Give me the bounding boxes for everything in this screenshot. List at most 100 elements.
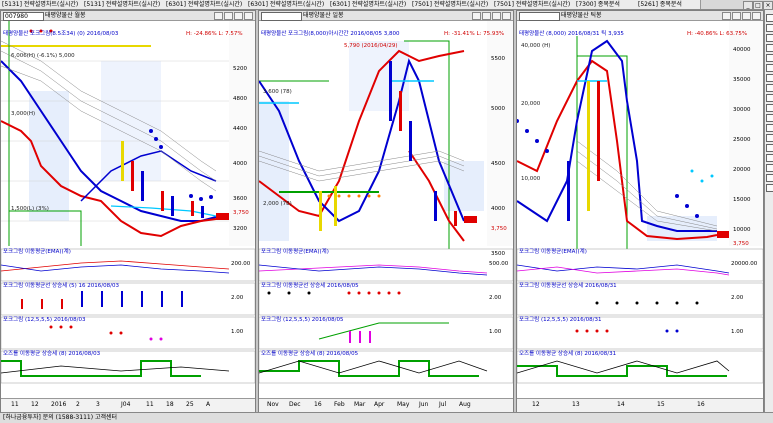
tab-1[interactable]: [5131] 전략설명차트(실시간) [82, 0, 167, 9]
x-tick: 12 [532, 401, 540, 408]
panel-header: 007980 태평양물산 월봉 [1, 11, 255, 21]
tab-8[interactable]: [5261] 종목분석 [636, 0, 701, 9]
toolbar-button[interactable] [244, 12, 253, 20]
tool-icon[interactable] [766, 154, 773, 162]
x-tick: 15 [657, 401, 665, 408]
toolbar-button[interactable] [234, 12, 243, 20]
price-chart[interactable] [259, 21, 513, 399]
tool-icon[interactable] [766, 174, 773, 182]
sub-axis-label: 2.00 [731, 295, 744, 301]
tool-icon[interactable] [766, 114, 773, 122]
tool-icon[interactable] [766, 34, 773, 42]
stock-code-input[interactable] [519, 12, 560, 21]
ma-label: 20,000 [521, 101, 541, 107]
stock-name: 태평양물산 월봉 [45, 12, 86, 19]
tab-5[interactable]: [7501] 전략설명차트(실시간) [410, 0, 495, 9]
minimize-button[interactable]: _ [743, 1, 753, 10]
sub-label: 포크그림 (12,5,5,5) 2016/08/05 [261, 317, 344, 323]
maximize-button[interactable]: □ [753, 1, 763, 10]
sub-axis-label: 500.00 [489, 261, 509, 267]
toolbar-button[interactable] [472, 12, 481, 20]
price-chart[interactable] [517, 21, 763, 399]
toolbar-button[interactable] [492, 12, 501, 20]
sub-axis-label: 1.00 [231, 329, 244, 335]
x-tick: Mar [354, 401, 366, 408]
price-axis-label: 4400 [233, 126, 247, 132]
x-tick: 2016 [51, 401, 67, 408]
sub-axis-label: 20000.00 [731, 261, 758, 267]
x-tick: Apr [374, 401, 385, 408]
sub-axis-label: 2.00 [489, 295, 502, 301]
tool-icon[interactable] [766, 144, 773, 152]
chart-title: 태평양물산 포크그림(8.5조34) (0) 2016/08/03 [3, 31, 119, 37]
tool-icon[interactable] [766, 44, 773, 52]
price-axis-label: 40000 [733, 47, 751, 53]
tool-icon[interactable] [766, 134, 773, 142]
x-tick: 14 [617, 401, 625, 408]
x-tick: May [397, 401, 410, 408]
tool-icon[interactable] [766, 124, 773, 132]
tool-icon[interactable] [766, 94, 773, 102]
hl-range: H: -24.86% L: 7.57% [186, 31, 243, 37]
x-tick: Jul [439, 401, 447, 408]
sub-label: 포크그림 이동평균(EMA)(계) [519, 249, 587, 255]
toolbar-button[interactable] [752, 12, 761, 20]
stock-code-input[interactable] [261, 12, 302, 21]
toolbar-button[interactable] [482, 12, 491, 20]
tab-4[interactable]: [6301] 전략설명차트(실시간) [328, 0, 413, 9]
x-tick: Dec [289, 401, 301, 408]
tab-2[interactable]: [6301] 전략설명차트(실시간) [164, 0, 249, 9]
x-axis: Nov Dec 16 Feb Mar Apr May Jun Jul Aug [259, 398, 513, 413]
price-axis-label: 5500 [491, 56, 505, 62]
tool-icon[interactable] [766, 84, 773, 92]
tab-7[interactable]: [7300] 종목분석 [574, 0, 639, 9]
close-button[interactable]: × [763, 1, 773, 10]
sub-label: 포크그림 이동평균(EMA)(계) [261, 249, 329, 255]
tool-icon[interactable] [766, 24, 773, 32]
toolbar-button[interactable] [742, 12, 751, 20]
tool-icon[interactable] [766, 104, 773, 112]
tool-icon[interactable] [766, 74, 773, 82]
x-axis: 12 13 14 15 16 [517, 398, 763, 413]
sub-axis-label: 2.00 [231, 295, 244, 301]
x-tick: Aug [459, 401, 471, 408]
tool-icon[interactable] [766, 164, 773, 172]
sub-label: 포크그림 이동평균선 상승세 (5) 16 2016/08/03 [3, 283, 119, 289]
x-tick: 18 [166, 401, 174, 408]
tool-icon[interactable] [766, 54, 773, 62]
toolbar-button[interactable] [502, 12, 511, 20]
sub-label: 포크그림 이동평균선 상승세 2016/08/31 [519, 283, 617, 289]
tool-icon[interactable] [766, 14, 773, 22]
price-axis-label: 15000 [733, 197, 751, 203]
x-tick: 11 [146, 401, 154, 408]
tool-icon[interactable] [766, 64, 773, 72]
toolbar-button[interactable] [214, 12, 223, 20]
x-tick: 13 [572, 401, 580, 408]
price-axis-label: 4000 [233, 161, 247, 167]
window-controls: _ □ × [743, 0, 773, 10]
tool-icon[interactable] [766, 184, 773, 192]
x-tick: 11 [11, 401, 19, 408]
sub-label: 포크그림 (12,5,5,5) 2016/08/03 [3, 317, 86, 323]
price-axis-label: 30000 [733, 107, 751, 113]
stock-code-input[interactable]: 007980 [3, 12, 44, 21]
tab-3[interactable]: [6301] 전략설명차트(실시간) [246, 0, 331, 9]
chart-panel-monthly: 007980 태평양물산 월봉 태평양물산 포크그림(8.5조34) (0) 2… [0, 10, 256, 414]
x-tick: Jun [419, 401, 429, 408]
stock-name: 태평양물산 일봉 [303, 12, 344, 19]
x-tick: J04 [121, 401, 131, 408]
hl-range: H: -31.41% L: 75.93% [444, 31, 505, 37]
current-price: 3,750 [233, 210, 249, 216]
ma-label: 40,000 (H) [521, 43, 551, 49]
tab-6[interactable]: [7501] 전략설명차트(실시간) [492, 0, 577, 9]
stock-name: 태평양물산 틱봉 [561, 12, 602, 19]
toolbar-button[interactable] [722, 12, 731, 20]
chart-title: 태평양물산 (8,000) 2016/08/31 틱 3,935 [519, 31, 624, 37]
status-text: [하나금융투자] 문의 (1588-3111) 고객센터 [3, 414, 118, 421]
tab-0[interactable]: [5131] 전략설명차트(실시간) [0, 0, 85, 9]
toolbar-button[interactable] [224, 12, 233, 20]
ma-label: 1,500(L) (3%) [11, 206, 49, 212]
toolbar-button[interactable] [732, 12, 741, 20]
ma-label: 6,006(H) (-6.1%) 5,000 [11, 53, 75, 59]
x-tick: 16 [697, 401, 705, 408]
